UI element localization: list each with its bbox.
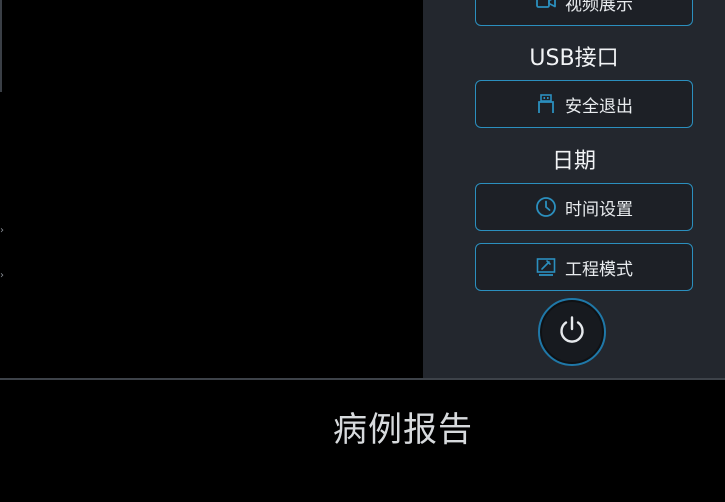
side-control-panel: 视频展示 USB接口 安全退出 日期 时间设置 工程模式	[423, 0, 725, 378]
viewport-edge-tick: ›	[0, 270, 4, 281]
engineering-mode-button[interactable]: 工程模式	[475, 243, 693, 291]
usb-section-label: USB接口	[529, 46, 619, 71]
clock-icon	[535, 196, 557, 218]
video-display-button[interactable]: 视频展示	[475, 0, 693, 26]
date-section-label: 日期	[551, 149, 596, 174]
video-display-label: 视频展示	[565, 0, 633, 15]
engineering-icon	[535, 256, 557, 278]
bottom-bar: 病例报告	[0, 380, 725, 502]
power-icon	[555, 313, 589, 351]
time-settings-label: 时间设置	[565, 199, 633, 220]
image-viewport: › ›	[0, 0, 423, 378]
safe-eject-button[interactable]: 安全退出	[475, 80, 693, 128]
usb-icon	[535, 93, 557, 115]
viewport-edge-tick: ›	[0, 225, 4, 236]
case-report-title[interactable]: 病例报告	[0, 402, 725, 451]
power-button[interactable]	[538, 298, 606, 366]
safe-eject-label: 安全退出	[565, 96, 633, 117]
engineering-mode-label: 工程模式	[565, 259, 633, 280]
viewport-edge-line	[0, 0, 2, 92]
app-window: › › 视频展示 USB接口 安全退出 日期 时间设置 工程模式 病例报告	[0, 0, 725, 502]
time-settings-button[interactable]: 时间设置	[475, 183, 693, 231]
video-icon	[535, 0, 557, 13]
